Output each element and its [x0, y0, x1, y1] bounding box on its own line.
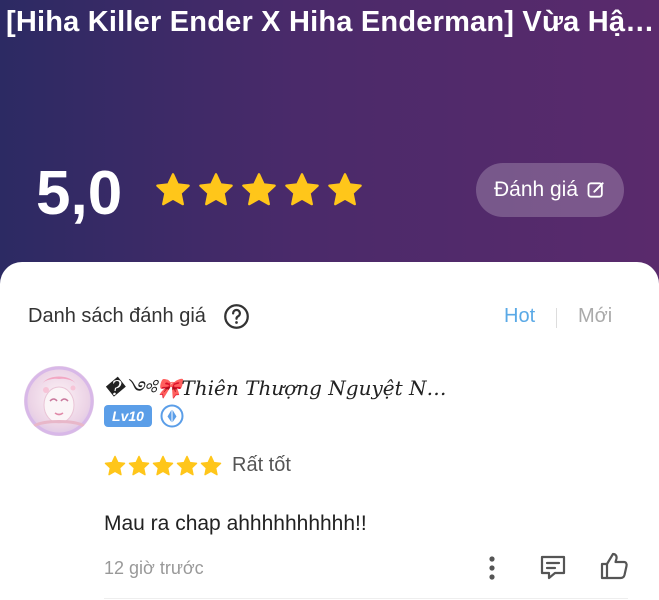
edit-icon [587, 182, 604, 198]
rate-button-label: Đánh giá [493, 178, 579, 201]
star-icon [285, 173, 319, 206]
review-stars [104, 455, 222, 477]
level-badge: Lv10 [104, 405, 152, 427]
star-icon [200, 455, 222, 476]
star-icon [328, 173, 362, 206]
like-icon[interactable] [598, 550, 630, 582]
rating-label: Rất tốt [232, 454, 291, 476]
sort-hot-tab[interactable]: Hot [504, 305, 535, 328]
star-icon [242, 173, 276, 206]
help-icon[interactable] [223, 303, 250, 330]
header-banner: [Hiha Killer Ender X Hiha Enderman] Vừa … [0, 0, 659, 300]
reply-icon[interactable] [538, 552, 568, 582]
star-icon [199, 173, 233, 206]
review-comment: Mau ra chap ahhhhhhhhhh!! [104, 512, 367, 535]
avatar-image [24, 366, 94, 436]
star-icon [176, 455, 198, 476]
page-title: [Hiha Killer Ender X Hiha Enderman] Vừa … [6, 6, 656, 38]
reviews-list-title: Danh sách đánh giá [28, 305, 206, 327]
reviewer-name[interactable]: �༺🎀Thiên Thượng Nguyệt Nguyệt [104, 366, 449, 422]
star-icon [152, 455, 174, 476]
sort-divider [556, 308, 557, 328]
star-icon [104, 455, 126, 476]
review-timestamp: 12 giờ trước [104, 558, 204, 578]
rating-stars [155, 172, 363, 208]
review-divider [104, 598, 628, 599]
badge-icon [160, 404, 184, 428]
avatar[interactable] [24, 366, 94, 436]
rating-score: 5,0 [36, 159, 123, 228]
rate-button[interactable]: Đánh giá [476, 163, 624, 217]
sort-new-tab[interactable]: Mới [578, 305, 612, 328]
star-icon [156, 173, 190, 206]
more-icon[interactable] [482, 554, 502, 582]
star-icon [128, 455, 150, 476]
